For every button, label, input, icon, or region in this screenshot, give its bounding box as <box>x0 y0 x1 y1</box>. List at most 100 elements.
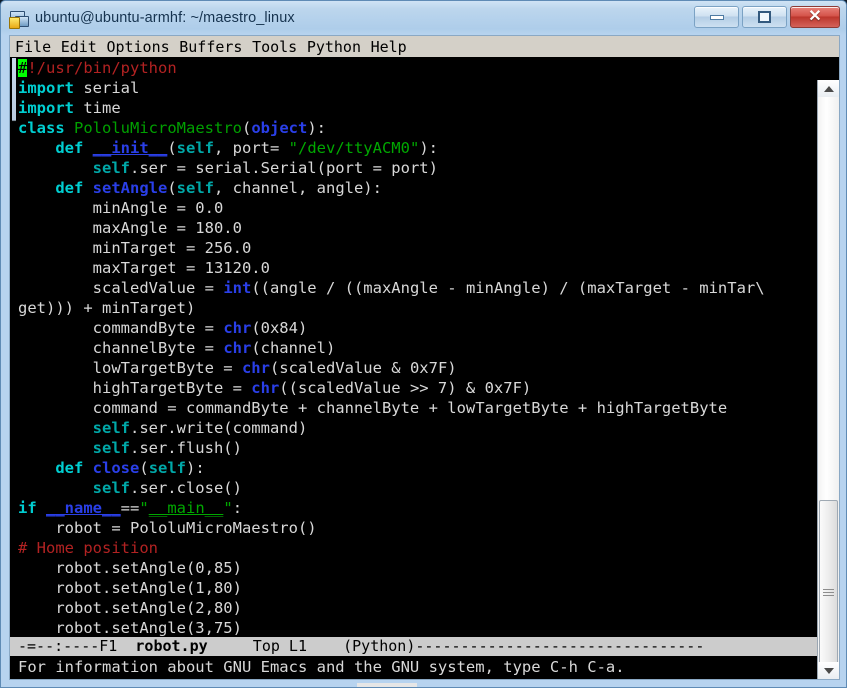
menu-item-file[interactable]: File <box>15 38 51 56</box>
code-token: robot = PololuMicroMaestro() <box>18 519 317 537</box>
code-token: maxAngle = 180.0 <box>18 219 242 237</box>
code-line: minAngle = 0.0 <box>18 198 808 218</box>
mode-line-position: Top L1 <box>207 637 344 655</box>
code-token: def <box>55 459 84 477</box>
code-token: " <box>223 499 233 517</box>
left-fringe <box>10 58 18 679</box>
code-line: def setAngle(self, channel, angle): <box>18 178 808 198</box>
mode-line-major-mode: (Python) <box>343 637 416 655</box>
code-token: def <box>55 179 84 197</box>
code-token: PololuMicroMaestro <box>74 119 242 137</box>
code-token: command = commandByte + channelByte + lo… <box>18 399 728 417</box>
code-token: commandByte = <box>18 319 224 337</box>
menu-item-buffers[interactable]: Buffers <box>179 38 242 56</box>
code-line: lowTargetByte = chr(scaledValue & 0x7F) <box>18 358 808 378</box>
code-line: # Home position <box>18 538 808 558</box>
code-token: robot.setAngle(3,75) <box>18 619 242 637</box>
code-line: def __init__(self, port= "/dev/ttyACM0")… <box>18 138 808 158</box>
code-token: object <box>251 119 308 137</box>
code-token: __name__ <box>46 499 121 517</box>
code-token: self <box>176 179 214 197</box>
scroll-down-icon[interactable] <box>818 662 839 679</box>
code-token: ( <box>167 179 177 197</box>
menu-item-tools[interactable]: Tools <box>252 38 297 56</box>
code-line: robot = PololuMicroMaestro() <box>18 518 808 538</box>
vertical-scrollbar[interactable] <box>817 80 839 679</box>
menu-item-python[interactable]: Python <box>307 38 361 56</box>
code-line: robot.setAngle(1,80) <box>18 578 808 598</box>
code-line: robot.setAngle(0,85) <box>18 558 808 578</box>
mode-line-prefix: -=--:----F1 <box>18 637 136 655</box>
source-code-text[interactable]: #!/usr/bin/python import serial import tim… <box>18 58 808 638</box>
buffer-area[interactable]: #!/usr/bin/python import serial import tim… <box>10 58 839 679</box>
code-token: == <box>120 499 140 517</box>
code-token: highTargetByte = <box>18 379 252 397</box>
code-line: robot.setAngle(3,75) <box>18 618 808 638</box>
text-cursor: # <box>18 59 28 77</box>
code-token: , channel, angle): <box>214 179 382 197</box>
code-token: __main__ <box>148 499 224 517</box>
code-line: self.ser.close() <box>18 478 808 498</box>
code-token: chr <box>241 359 270 377</box>
code-line: class PololuMicroMaestro(object): <box>18 118 808 138</box>
code-line: self.ser.flush() <box>18 438 808 458</box>
code-line: get))) + minTarget) <box>18 298 808 318</box>
code-token: setAngle <box>92 179 168 197</box>
code-token: def <box>55 139 84 157</box>
code-line: maxAngle = 180.0 <box>18 218 808 238</box>
window-controls: ✕ <box>694 6 840 28</box>
menu-item-edit[interactable]: Edit <box>61 38 97 56</box>
menu-item-options[interactable]: Options <box>106 38 169 56</box>
code-token: import <box>18 79 74 97</box>
scroll-thumb[interactable] <box>819 500 838 679</box>
code-token: self <box>92 419 130 437</box>
code-token: ): <box>186 459 205 477</box>
code-token: chr <box>223 319 252 337</box>
code-line: self.ser = serial.Serial(port = port) <box>18 158 808 178</box>
code-token: !/usr/bin/python <box>27 59 177 77</box>
code-token: __init__ <box>92 139 168 157</box>
taskbar-edge <box>357 683 417 687</box>
maximize-button[interactable] <box>742 6 787 28</box>
code-line: #!/usr/bin/python <box>18 58 808 78</box>
code-token: self <box>176 139 214 157</box>
code-token: minAngle = 0.0 <box>18 199 224 217</box>
minibuffer[interactable]: For information about GNU Emacs and the … <box>10 657 839 679</box>
code-token: ): <box>307 119 327 137</box>
minimize-icon <box>709 14 724 20</box>
code-token: int <box>223 279 252 297</box>
code-token: .ser.close() <box>129 479 242 497</box>
code-token: if <box>18 499 37 517</box>
emacs-client-area: File Edit Options Buffers Tools Python H… <box>9 35 840 680</box>
code-token: ((scaledValue >> 7) & 0x7F) <box>279 379 532 397</box>
menu-bar: File Edit Options Buffers Tools Python H… <box>10 36 839 58</box>
code-line: self.ser.write(command) <box>18 418 808 438</box>
code-line: if __name__=="__main__": <box>18 498 808 518</box>
code-token: self <box>92 159 130 177</box>
code-token: serial <box>74 79 140 97</box>
code-token: (0x84) <box>251 319 308 337</box>
menu-item-help[interactable]: Help <box>371 38 407 56</box>
code-line: minTarget = 256.0 <box>18 238 808 258</box>
close-icon: ✕ <box>808 8 822 25</box>
code-token: self <box>92 439 130 457</box>
scroll-up-icon[interactable] <box>818 80 839 97</box>
code-line: command = commandByte + channelByte + lo… <box>18 398 808 418</box>
mode-line: -=--:----F1 robot.py Top L1 (Python)----… <box>10 636 839 657</box>
window-title: ubuntu@ubuntu-armhf: ~/maestro_linux <box>35 10 295 26</box>
code-token: " <box>139 499 149 517</box>
code-token: close <box>92 459 140 477</box>
code-token: robot.setAngle(0,85) <box>18 559 242 577</box>
minimize-button[interactable] <box>694 6 739 28</box>
mode-line-filler: -------------------------------- <box>415 637 705 655</box>
code-token: time <box>74 99 121 117</box>
code-line: maxTarget = 13120.0 <box>18 258 808 278</box>
close-button[interactable]: ✕ <box>790 6 840 28</box>
